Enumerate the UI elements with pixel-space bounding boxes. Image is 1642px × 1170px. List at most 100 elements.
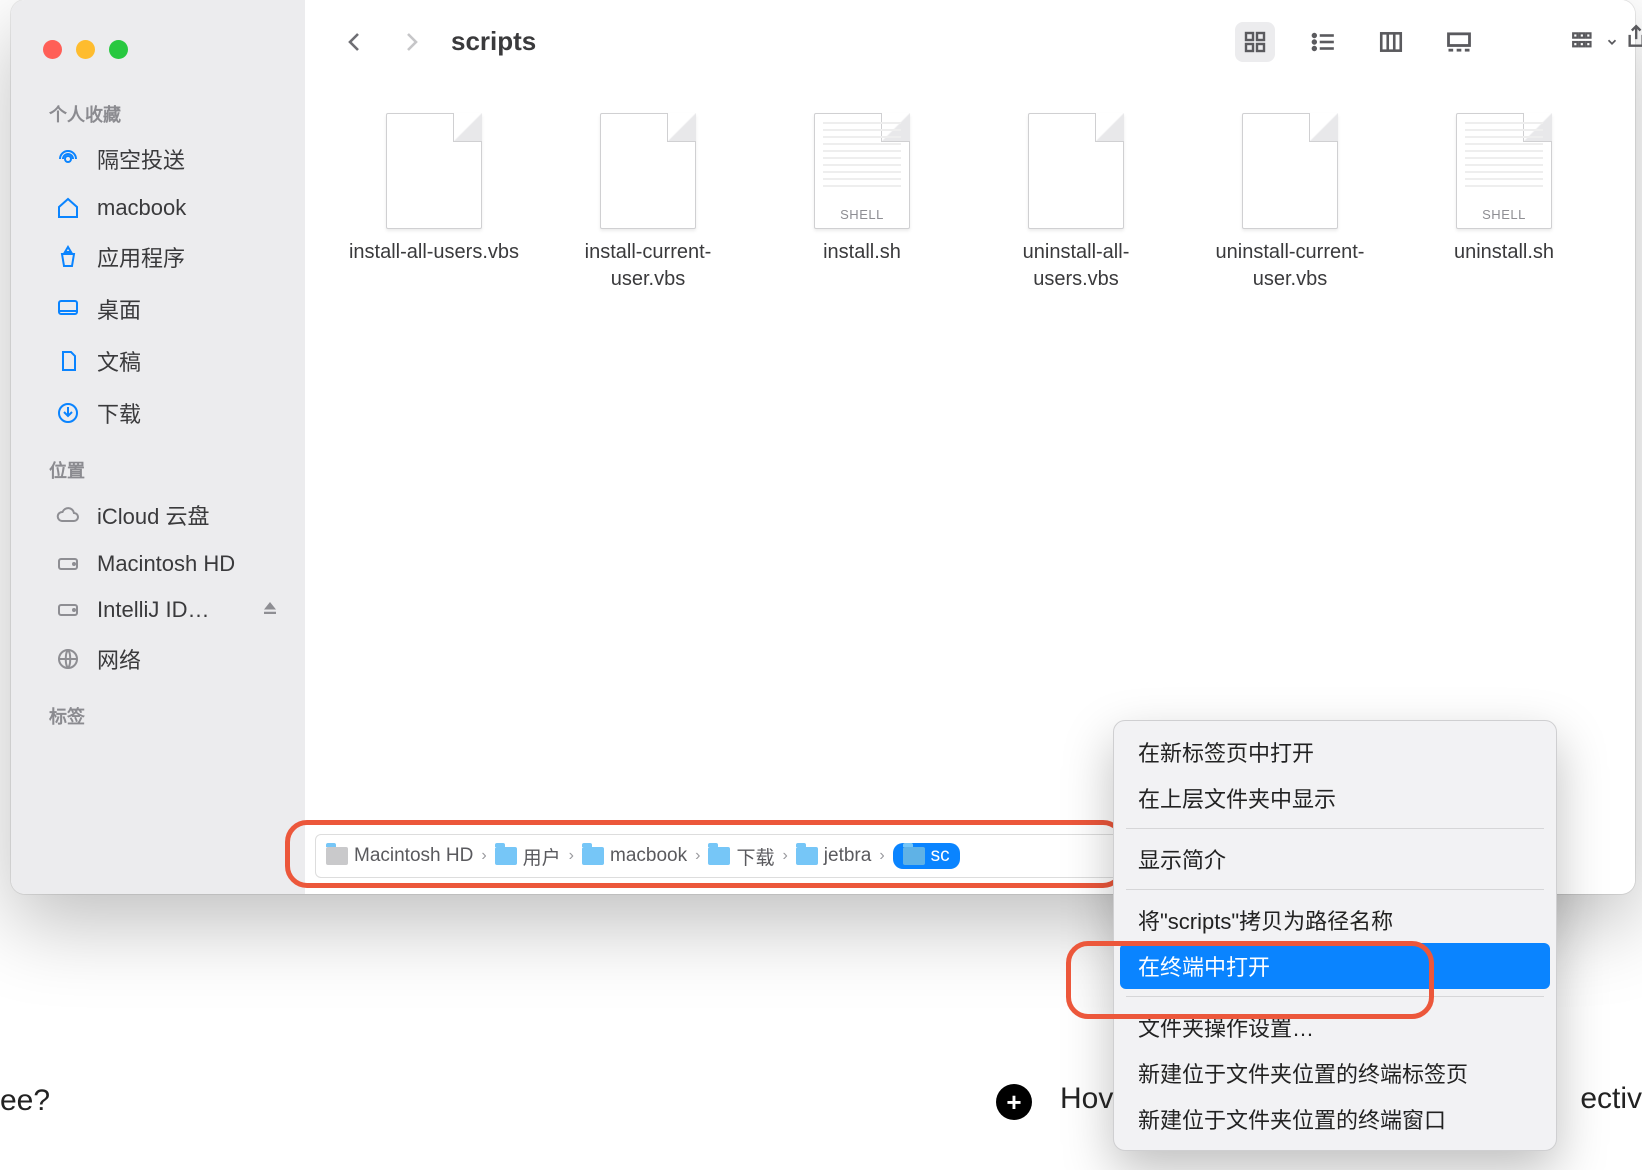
menu-separator xyxy=(1126,996,1544,997)
sidebar-item-label: 应用程序 xyxy=(97,241,185,273)
background-text-left: ee? xyxy=(0,1084,50,1118)
path-crumb[interactable]: sc xyxy=(893,843,960,869)
path-crumb-label: Macintosh HD xyxy=(354,845,473,867)
network-icon xyxy=(55,646,81,672)
context-menu-item[interactable]: 文件夹操作设置… xyxy=(1114,1004,1556,1050)
sidebar-item[interactable]: iCloud 云盘 xyxy=(21,489,295,541)
context-menu-item[interactable]: 在上层文件夹中显示 xyxy=(1114,775,1556,821)
context-menu-item[interactable]: 将"scripts"拷贝为路径名称 xyxy=(1114,897,1556,943)
chevron-right-icon: › xyxy=(879,847,884,865)
sidebar-item-label: IntelliJ ID… xyxy=(97,597,209,623)
path-crumb[interactable]: jetbra xyxy=(796,845,872,867)
house-icon xyxy=(55,195,81,221)
context-menu-item[interactable]: 显示简介 xyxy=(1114,836,1556,882)
folder-icon xyxy=(903,847,925,865)
sidebar-item-label: macbook xyxy=(97,195,186,221)
background-text-right: ectiv xyxy=(1580,1082,1642,1116)
sidebar-item[interactable]: 应用程序 xyxy=(21,231,295,283)
zoom-window-button[interactable] xyxy=(109,40,128,59)
cloud-icon xyxy=(55,502,81,528)
file-item[interactable]: SHELL install.sh xyxy=(755,113,969,293)
path-crumb-label: jetbra xyxy=(824,845,872,867)
folder-icon xyxy=(796,847,818,865)
share-button[interactable] xyxy=(1621,24,1642,55)
folder-icon xyxy=(582,847,604,865)
file-item[interactable]: install-all-users.vbs xyxy=(327,113,541,293)
column-view-button[interactable] xyxy=(1371,22,1411,62)
menu-separator xyxy=(1126,828,1544,829)
chevron-right-icon: › xyxy=(481,847,486,865)
menu-separator xyxy=(1126,889,1544,890)
file-label: uninstall-current-user.vbs xyxy=(1195,239,1385,293)
sidebar-item[interactable]: 网络 xyxy=(21,633,295,685)
sidebar-item-label: iCloud 云盘 xyxy=(97,499,209,531)
window-title: scripts xyxy=(451,26,536,57)
context-menu-item[interactable]: 在终端中打开 xyxy=(1120,943,1550,989)
file-icon: SHELL xyxy=(1456,113,1552,229)
sidebar-item-label: 网络 xyxy=(97,643,141,675)
file-item[interactable]: uninstall-current-user.vbs xyxy=(1183,113,1397,293)
file-label: uninstall-all-users.vbs xyxy=(981,239,1171,293)
context-menu-item[interactable]: 新建位于文件夹位置的终端窗口 xyxy=(1114,1096,1556,1142)
document-icon xyxy=(55,348,81,374)
sidebar: 个人收藏隔空投送 macbook 应用程序桌面文稿下载位置 iCloud 云盘 Maci… xyxy=(11,0,305,894)
path-bar[interactable]: Macintosh HD›用户›macbook›下载›jetbra›sc xyxy=(315,834,1225,878)
path-crumb[interactable]: macbook xyxy=(582,845,687,867)
eject-icon[interactable] xyxy=(261,597,279,623)
sidebar-item-label: 桌面 xyxy=(97,293,141,325)
file-icon xyxy=(600,113,696,229)
gallery-view-button[interactable] xyxy=(1439,22,1479,62)
context-menu-item[interactable]: 新建位于文件夹位置的终端标签页 xyxy=(1114,1050,1556,1096)
path-crumb-label: 下载 xyxy=(736,843,774,870)
sidebar-item[interactable]: 隔空投送 xyxy=(21,133,295,185)
file-icon xyxy=(1028,113,1124,229)
chevron-right-icon: › xyxy=(695,847,700,865)
file-label: install-current-user.vbs xyxy=(553,239,743,293)
file-label: install-all-users.vbs xyxy=(349,239,519,266)
path-crumb-label: sc xyxy=(931,845,950,867)
file-label: uninstall.sh xyxy=(1454,239,1554,266)
sidebar-item-label: Macintosh HD xyxy=(97,551,235,577)
disk-icon xyxy=(55,597,81,623)
sidebar-section-title: 标签 xyxy=(11,685,305,735)
folder-icon xyxy=(708,847,730,865)
sidebar-item[interactable]: IntelliJ ID… xyxy=(21,587,295,633)
sidebar-section-title: 个人收藏 xyxy=(11,83,305,133)
sidebar-item[interactable]: 桌面 xyxy=(21,283,295,335)
file-icon xyxy=(386,113,482,229)
toolbar: scripts xyxy=(305,0,1635,83)
context-menu[interactable]: 在新标签页中打开在上层文件夹中显示显示简介将"scripts"拷贝为路径名称在终… xyxy=(1113,720,1557,1151)
context-menu-item[interactable]: 在新标签页中打开 xyxy=(1114,729,1556,775)
file-item[interactable]: SHELL uninstall.sh xyxy=(1397,113,1611,293)
background-text-mid: Hov xyxy=(1060,1082,1113,1116)
path-crumb[interactable]: 用户 xyxy=(495,843,561,870)
view-mode-group xyxy=(1221,16,1493,68)
sidebar-item[interactable]: Macintosh HD xyxy=(21,541,295,587)
plus-icon: + xyxy=(996,1084,1032,1120)
airdrop-icon xyxy=(55,146,81,172)
list-view-button[interactable] xyxy=(1303,22,1343,62)
back-button[interactable] xyxy=(335,22,375,62)
sidebar-item[interactable]: 下载 xyxy=(21,387,295,439)
apps-icon xyxy=(55,244,81,270)
file-label: install.sh xyxy=(823,239,901,266)
download-icon xyxy=(55,400,81,426)
path-crumb[interactable]: 下载 xyxy=(708,843,774,870)
group-by-button[interactable] xyxy=(1569,29,1619,55)
sidebar-item[interactable]: macbook xyxy=(21,185,295,231)
file-item[interactable]: install-current-user.vbs xyxy=(541,113,755,293)
sidebar-item[interactable]: 文稿 xyxy=(21,335,295,387)
close-window-button[interactable] xyxy=(43,40,62,59)
file-item[interactable]: uninstall-all-users.vbs xyxy=(969,113,1183,293)
file-icon xyxy=(1242,113,1338,229)
sidebar-item-label: 文稿 xyxy=(97,345,141,377)
forward-button[interactable] xyxy=(391,22,431,62)
disk-icon xyxy=(55,551,81,577)
minimize-window-button[interactable] xyxy=(76,40,95,59)
path-crumb-label: 用户 xyxy=(523,843,561,870)
icon-view-button[interactable] xyxy=(1235,22,1275,62)
file-kind-tag: SHELL xyxy=(840,207,884,222)
window-traffic-lights xyxy=(11,30,305,83)
path-crumb[interactable]: Macintosh HD xyxy=(326,845,473,867)
sidebar-section-title: 位置 xyxy=(11,439,305,489)
